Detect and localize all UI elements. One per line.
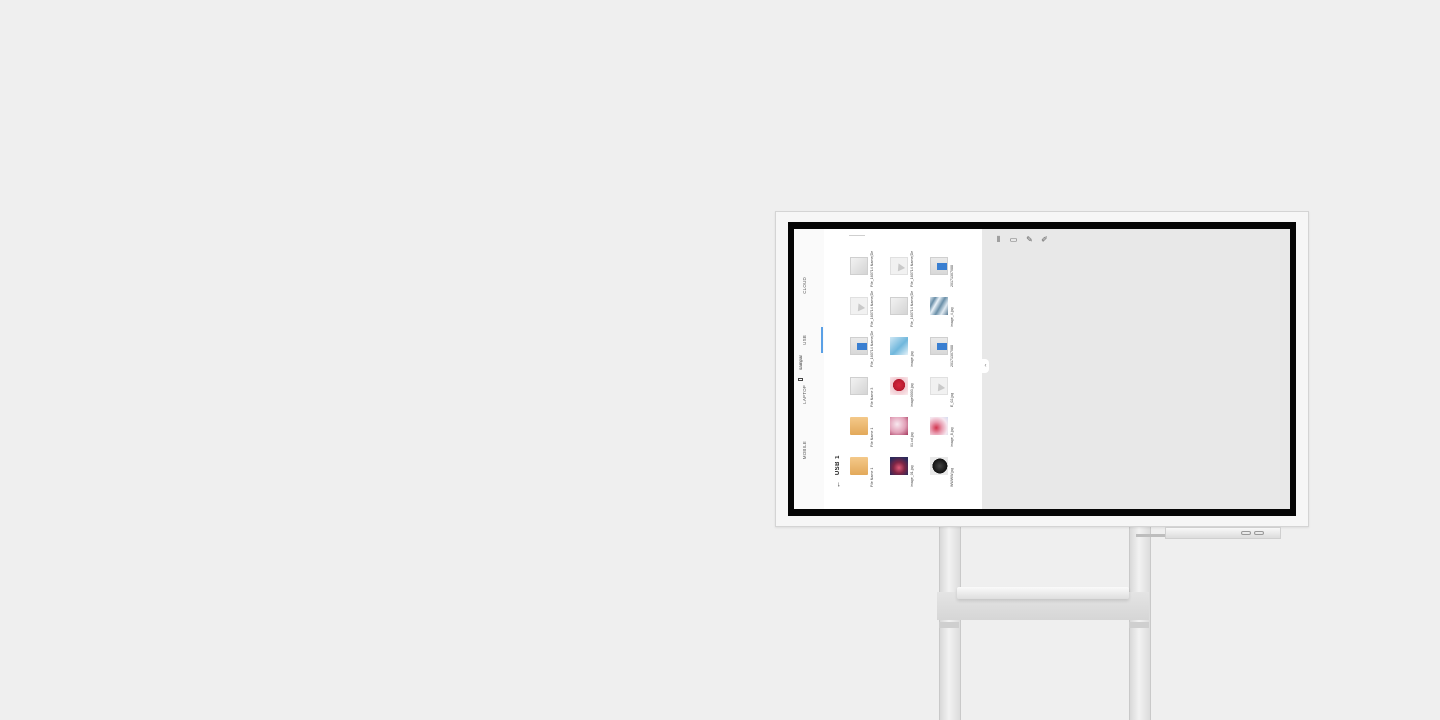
file-name: image.jpg (910, 351, 914, 367)
file-tile[interactable]: image.jpg (888, 331, 918, 367)
folder-title: USB 1 (835, 455, 841, 476)
file-thumbnail (890, 337, 908, 355)
file-name: 20171307088 (950, 345, 954, 367)
tab-cloud[interactable]: CLOUD (802, 277, 807, 294)
folder-icon (850, 417, 868, 435)
file-name: image0003.jpg (910, 383, 914, 407)
file-name: image_8.jpg (950, 427, 954, 447)
file-name: 01.cd.jpg (910, 432, 914, 447)
file-thumbnail (930, 297, 948, 315)
file-thumbnail (890, 297, 908, 315)
highlighter-icon[interactable]: ✐ (1040, 235, 1049, 244)
file-tile[interactable]: image_01.jpg (888, 451, 918, 487)
display-bezel: MOBILE LAPTOP USB CLOUD sampar ← USB 1 F… (788, 222, 1296, 516)
file-thumbnail (890, 257, 908, 275)
file-name: File_160714 Name(Default) (870, 291, 874, 327)
file-name: File Name 1 (870, 427, 874, 447)
file-thumbnail (850, 337, 868, 355)
grid-icon[interactable]: ⦀ (994, 235, 1003, 244)
file-thumbnail (850, 297, 868, 315)
file-tile[interactable]: File Name 3 (848, 371, 878, 407)
file-thumbnail (850, 257, 868, 275)
file-name: File_160714 Name(Default) (910, 251, 914, 287)
file-name: 20171307088 (950, 265, 954, 287)
file-tile[interactable]: image0003.jpg (888, 371, 918, 407)
active-tab-indicator (821, 327, 823, 353)
file-tile[interactable]: File_160714 Name(Default) (848, 291, 878, 327)
file-tile[interactable]: 20171307088 (928, 331, 958, 367)
file-tile[interactable]: File Name 1 (848, 451, 878, 487)
file-name: image_4.jpg (950, 307, 954, 327)
holder-button (1241, 531, 1251, 535)
file-thumbnail (890, 457, 908, 475)
file-tile[interactable]: File Name 1 (848, 411, 878, 447)
back-arrow-icon[interactable]: ← (835, 481, 842, 488)
stand-tray (957, 587, 1129, 599)
file-thumbnail (930, 257, 948, 275)
chevron-left-icon[interactable]: ‹ (982, 359, 989, 373)
file-name: File Name 1 (870, 467, 874, 487)
file-name: File_160714 Name(Default) (870, 331, 874, 367)
file-tile[interactable]: File_160714 Name(Default) (888, 251, 918, 287)
folder-icon (850, 457, 868, 475)
device-name[interactable]: sampar (798, 355, 803, 370)
stand-joint-left (939, 622, 959, 628)
tab-mobile[interactable]: MOBILE (802, 441, 807, 459)
stand-joint-right (1129, 622, 1149, 628)
whiteboard-canvas[interactable]: ⦀ ▭ ✎ ✐ ⇿ (982, 229, 1290, 509)
file-thumbnail (930, 337, 948, 355)
file-browser: ← USB 1 File Name 1 File Name 1 File Name … (824, 229, 982, 509)
tab-usb[interactable]: USB (802, 335, 807, 345)
device-icon (798, 378, 803, 381)
file-thumbnail (930, 417, 948, 435)
file-tile[interactable]: E_02.jpg (928, 371, 958, 407)
flip-display: MOBILE LAPTOP USB CLOUD sampar ← USB 1 F… (775, 211, 1309, 527)
source-rail: MOBILE LAPTOP USB CLOUD sampar (794, 229, 825, 509)
layout-icon[interactable]: ▭ (1009, 235, 1018, 244)
file-name: File_160714 Name(Default) (910, 291, 914, 327)
file-name: WWWW.jpg (950, 467, 954, 487)
file-tile[interactable]: File_160714 Name(Default) (848, 251, 878, 287)
file-tile[interactable]: 01.cd.jpg (888, 411, 918, 447)
pen-holder (1165, 527, 1281, 539)
file-thumbnail (890, 377, 908, 395)
file-thumbnail (930, 457, 948, 475)
holder-button (1254, 531, 1264, 535)
file-thumbnail (930, 377, 948, 395)
file-tile[interactable]: WWWW.jpg (928, 451, 958, 487)
file-tile[interactable]: 20171307088 (928, 251, 958, 287)
file-tile[interactable]: File_160714 Name(Default) (848, 331, 878, 367)
file-name: image_01.jpg (910, 465, 914, 487)
file-tile[interactable]: image_8.jpg (928, 411, 958, 447)
file-name: File Name 3 (870, 387, 874, 407)
file-thumbnail (850, 377, 868, 395)
file-thumbnail (890, 417, 908, 435)
file-tile[interactable]: image_4.jpg (928, 291, 958, 327)
tab-laptop[interactable]: LAPTOP (802, 385, 807, 404)
files-divider (849, 235, 865, 236)
file-name: File_160714 Name(Default) (870, 251, 874, 287)
display-screen: MOBILE LAPTOP USB CLOUD sampar ← USB 1 F… (794, 229, 1290, 509)
file-tile[interactable]: File_160714 Name(Default) (888, 291, 918, 327)
pen-icon[interactable]: ✎ (1025, 235, 1034, 244)
file-name: E_02.jpg (950, 392, 954, 407)
